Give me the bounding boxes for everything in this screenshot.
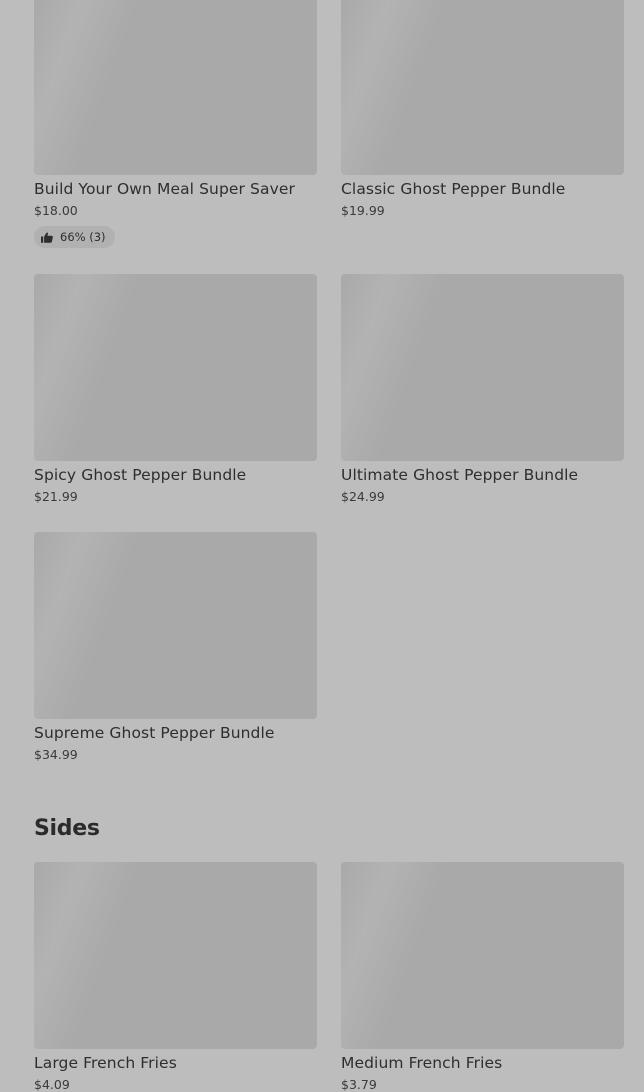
item-price: $19.99 [341,203,385,218]
menu-item-card[interactable]: Medium French Fries $3.79 [341,862,624,1092]
item-image[interactable] [34,532,317,719]
item-image[interactable] [34,274,317,461]
item-image[interactable] [34,0,317,175]
rating-text: 66% (3) [60,230,106,244]
menu-item-card[interactable]: Large French Fries $4.09 [34,862,317,1092]
item-name: Build Your Own Meal Super Saver [34,180,295,198]
item-name: Medium French Fries [341,1054,503,1072]
menu-item-card[interactable]: Build Your Own Meal Super Saver $18.00 6… [34,0,317,248]
menu-item-card[interactable]: Ultimate Ghost Pepper Bundle $24.99 [341,274,624,504]
item-image[interactable] [341,274,624,461]
item-price: $18.00 [34,203,78,218]
menu-item-card[interactable]: Classic Ghost Pepper Bundle $19.99 [341,0,624,218]
item-price: $24.99 [341,489,385,504]
item-image[interactable] [341,0,624,175]
menu-item-card[interactable]: Supreme Ghost Pepper Bundle $34.99 [34,532,317,762]
item-name: Supreme Ghost Pepper Bundle [34,724,275,742]
item-image[interactable] [341,862,624,1049]
menu-item-card[interactable]: Spicy Ghost Pepper Bundle $21.99 [34,274,317,504]
menu-page: Build Your Own Meal Super Saver $18.00 6… [0,0,644,1092]
item-price: $34.99 [34,747,78,762]
item-price: $21.99 [34,489,78,504]
item-price: $4.09 [34,1077,70,1092]
item-name: Classic Ghost Pepper Bundle [341,180,566,198]
item-image[interactable] [34,862,317,1049]
item-price: $3.79 [341,1077,377,1092]
rating-badge: 66% (3) [34,226,115,248]
item-name: Large French Fries [34,1054,177,1072]
section-title: Sides [34,816,100,841]
item-name: Spicy Ghost Pepper Bundle [34,466,247,484]
item-name: Ultimate Ghost Pepper Bundle [341,466,579,484]
thumbs-up-icon [41,232,53,243]
